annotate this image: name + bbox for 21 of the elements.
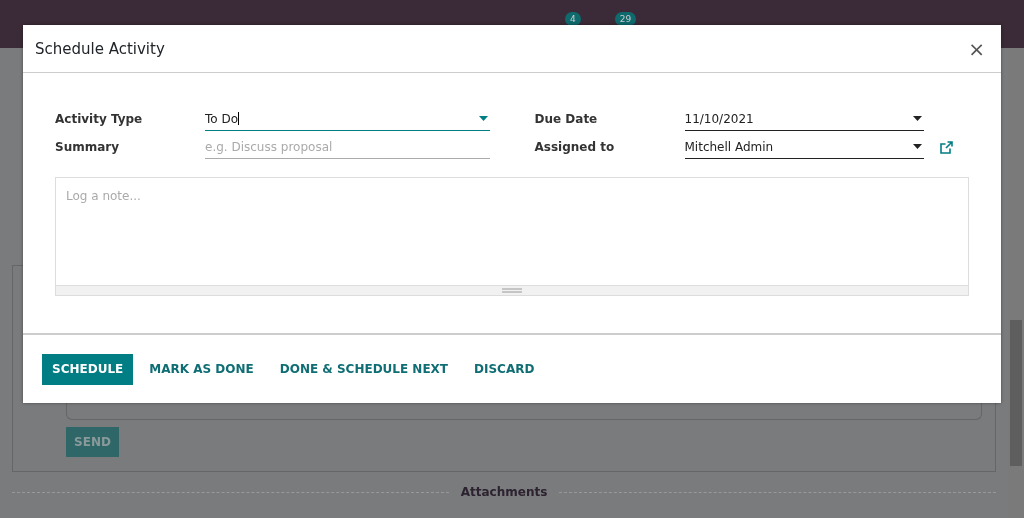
dialog-button[interactable]: DONE & SCHEDULE NEXT — [269, 353, 459, 385]
caret-icon — [913, 116, 922, 121]
field-label: Summary — [55, 140, 121, 154]
dropdown-field[interactable]: Mitchell Admin — [684, 135, 924, 159]
dialog-button[interactable]: SCHEDULE — [42, 353, 134, 385]
dropdown-field[interactable]: To Do — [205, 107, 490, 131]
section-label: Attachments — [460, 485, 548, 499]
notification-badge: 29 — [614, 12, 637, 26]
close-button[interactable]: × — [964, 36, 989, 61]
dialog-button[interactable]: DISCARD — [464, 353, 545, 385]
notification-badge: 4 — [565, 12, 581, 26]
external-link-icon[interactable] — [940, 140, 953, 154]
field-label: Assigned to — [534, 140, 616, 154]
caret-icon — [913, 144, 922, 149]
dialog-button[interactable]: MARK AS DONE — [139, 353, 264, 385]
resize-handle[interactable] — [56, 285, 968, 295]
caret-icon — [478, 116, 488, 121]
field-label: Due Date — [534, 112, 599, 126]
dropdown-field[interactable]: 11/10/2021 — [684, 107, 924, 131]
field-label: Activity Type — [55, 112, 144, 126]
dialog-title: Schedule Activity — [35, 39, 165, 58]
